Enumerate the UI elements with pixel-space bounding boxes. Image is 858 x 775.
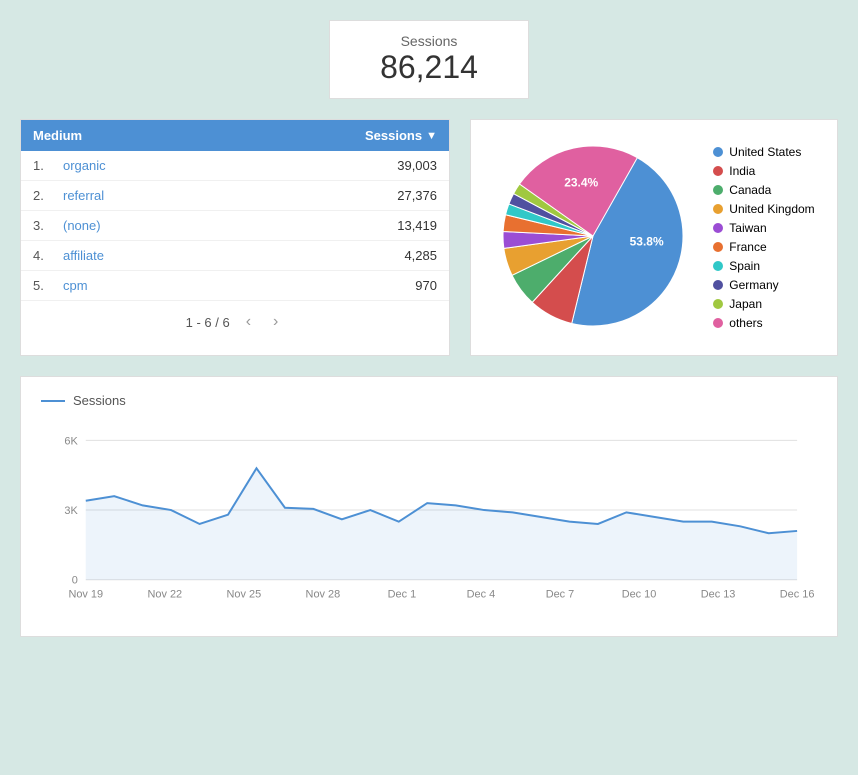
row-medium[interactable]: affiliate	[63, 248, 337, 263]
legend-dot	[713, 261, 723, 271]
col-medium-header: Medium	[33, 128, 337, 143]
chart-area: 0 3K 6K Nov 19 Nov 22 Nov 25 Nov 28 Dec 1 Dec 4 D…	[41, 420, 817, 620]
row-num: 1.	[33, 158, 63, 173]
legend-label: Spain	[729, 259, 760, 273]
legend-dot	[713, 280, 723, 290]
legend-label: others	[729, 316, 762, 330]
chart-x-label: Nov 25	[227, 589, 262, 601]
chart-x-label: Dec 13	[701, 589, 736, 601]
chart-x-label: Nov 19	[68, 589, 103, 601]
legend-label: Germany	[729, 278, 778, 292]
legend-dot	[713, 223, 723, 233]
chart-y-label: 6K	[64, 435, 78, 447]
chart-title-label: Sessions	[73, 393, 126, 408]
row-sessions: 13,419	[337, 218, 437, 233]
legend-label: Japan	[729, 297, 762, 311]
legend-label: France	[729, 240, 766, 254]
pie-chart-container: 53.8% 23.4% United States India Canada Un…	[470, 119, 838, 356]
table-header: Medium Sessions ▼	[21, 120, 449, 151]
pie-label-united-states: 53.8%	[630, 235, 664, 249]
col-sessions-header: Sessions ▼	[337, 128, 437, 143]
row-medium[interactable]: referral	[63, 188, 337, 203]
legend-label: Taiwan	[729, 221, 766, 235]
prev-page-button[interactable]: ‹	[240, 311, 257, 333]
chart-x-label: Dec 7	[546, 589, 575, 601]
table-row: 5. cpm 970	[21, 271, 449, 301]
chart-x-label: Dec 4	[467, 589, 496, 601]
row-medium[interactable]: (none)	[63, 218, 337, 233]
table-row: 2. referral 27,376	[21, 181, 449, 211]
table-rows: 1. organic 39,003 2. referral 27,376 3. …	[21, 151, 449, 301]
pie-chart: 53.8% 23.4%	[493, 136, 693, 339]
medium-sessions-table: Medium Sessions ▼ 1. organic 39,003 2. r…	[20, 119, 450, 356]
chart-y-label: 3K	[64, 505, 78, 517]
sessions-header-box: Sessions 86,214	[329, 20, 529, 99]
chart-x-label: Dec 16	[780, 589, 815, 601]
row-medium[interactable]: organic	[63, 158, 337, 173]
legend-dot	[713, 147, 723, 157]
row-num: 4.	[33, 248, 63, 263]
legend-item: Canada	[713, 183, 814, 197]
pie-legend: United States India Canada United Kingdo…	[713, 145, 814, 330]
chart-y-label: 0	[72, 575, 78, 587]
legend-item: Spain	[713, 259, 814, 273]
legend-item: India	[713, 164, 814, 178]
row-sessions: 4,285	[337, 248, 437, 263]
legend-item: Germany	[713, 278, 814, 292]
sessions-label: Sessions	[350, 33, 508, 49]
pagination-info: 1 - 6 / 6	[186, 315, 230, 330]
legend-dot	[713, 242, 723, 252]
row-num: 2.	[33, 188, 63, 203]
table-row: 3. (none) 13,419	[21, 211, 449, 241]
table-row: 1. organic 39,003	[21, 151, 449, 181]
legend-item: Taiwan	[713, 221, 814, 235]
row-num: 5.	[33, 278, 63, 293]
legend-dot	[713, 204, 723, 214]
legend-dot	[713, 318, 723, 328]
legend-label: India	[729, 164, 755, 178]
legend-item: others	[713, 316, 814, 330]
legend-item: United States	[713, 145, 814, 159]
pagination: 1 - 6 / 6 ‹ ›	[21, 301, 449, 337]
row-sessions: 970	[337, 278, 437, 293]
sessions-value: 86,214	[350, 49, 508, 86]
legend-dot	[713, 166, 723, 176]
chart-line-indicator	[41, 400, 65, 402]
line-chart-area	[86, 468, 797, 579]
row-sessions: 39,003	[337, 158, 437, 173]
legend-item: France	[713, 240, 814, 254]
chart-x-label: Nov 28	[306, 589, 341, 601]
table-row: 4. affiliate 4,285	[21, 241, 449, 271]
row-num: 3.	[33, 218, 63, 233]
chart-x-label: Dec 1	[388, 589, 417, 601]
chart-title-area: Sessions	[41, 393, 817, 408]
legend-item: Japan	[713, 297, 814, 311]
legend-dot	[713, 185, 723, 195]
next-page-button[interactable]: ›	[267, 311, 284, 333]
chart-x-label: Nov 22	[147, 589, 182, 601]
row-sessions: 27,376	[337, 188, 437, 203]
legend-label: Canada	[729, 183, 771, 197]
top-section: Medium Sessions ▼ 1. organic 39,003 2. r…	[20, 119, 838, 356]
line-chart-svg: 0 3K 6K Nov 19 Nov 22 Nov 25 Nov 28 Dec 1 Dec 4 D…	[41, 420, 817, 620]
pie-chart-svg: 53.8% 23.4%	[493, 136, 693, 336]
legend-label: United Kingdom	[729, 202, 814, 216]
row-medium[interactable]: cpm	[63, 278, 337, 293]
line-chart-container: Sessions 0 3K 6K Nov 19 Nov 22 Nov 25 Nov 28 De…	[20, 376, 838, 637]
legend-dot	[713, 299, 723, 309]
pie-label-others: 23.4%	[565, 175, 599, 189]
sort-arrow-icon: ▼	[426, 130, 437, 142]
legend-label: United States	[729, 145, 801, 159]
chart-x-label: Dec 10	[622, 589, 657, 601]
legend-item: United Kingdom	[713, 202, 814, 216]
